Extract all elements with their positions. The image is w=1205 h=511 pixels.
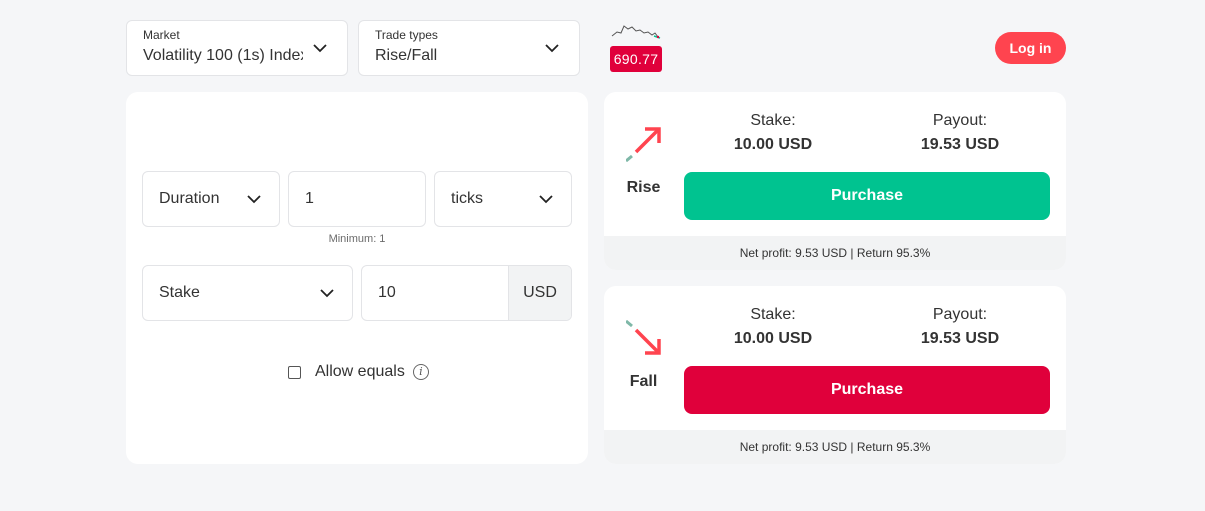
fall-stake-value: 10.00 USD (733, 330, 813, 347)
allow-equals-toggle[interactable]: Allow equals i (288, 362, 429, 382)
current-price-badge: 690.77 (610, 46, 662, 72)
rise-net-profit: Net profit: 9.53 USD | Return 95.3% (604, 236, 1066, 270)
allow-equals-checkbox[interactable] (288, 365, 301, 379)
rise-label: Rise (626, 179, 661, 196)
stake-currency: USD (508, 266, 571, 320)
rise-stake-value: 10.00 USD (733, 136, 813, 153)
fall-purchase-button[interactable]: Purchase (684, 366, 1050, 414)
stake-input[interactable]: 10 USD (361, 265, 572, 321)
fall-net-profit: Net profit: 9.53 USD | Return 95.3% (604, 430, 1066, 464)
duration-type-value: Duration (159, 190, 220, 207)
chevron-down-icon (247, 192, 261, 206)
login-button[interactable]: Log in (995, 32, 1066, 64)
chevron-down-icon (313, 41, 327, 55)
duration-minimum-hint: Minimum: 1 (328, 233, 386, 245)
stake-type-value: Stake (159, 284, 200, 301)
fall-arrow-icon (625, 319, 662, 356)
trade-type-selector[interactable]: Trade types Rise/Fall (358, 20, 580, 76)
trade-type-value: Rise/Fall (375, 47, 438, 64)
trade-type-label: Trade types (375, 28, 438, 42)
duration-unit-select[interactable]: ticks (434, 171, 572, 227)
allow-equals-label: Allow equals (315, 363, 405, 380)
fall-payout-value: 19.53 USD (920, 330, 1000, 347)
rise-contract-card: Rise Stake: 10.00 USD Payout: 19.53 USD … (604, 92, 1066, 270)
fall-stake-title: Stake: (750, 306, 796, 323)
rise-arrow-icon (625, 126, 662, 163)
price-sparkline-icon (610, 20, 662, 42)
market-value: Volatility 100 (1s) Index (143, 47, 303, 64)
duration-type-select[interactable]: Duration (142, 171, 280, 227)
duration-input-value: 1 (305, 190, 314, 207)
chevron-down-icon (320, 286, 334, 300)
duration-unit-value: ticks (451, 190, 483, 207)
fall-label: Fall (629, 373, 658, 390)
chevron-down-icon (545, 41, 559, 55)
market-label: Market (143, 28, 180, 42)
trade-params-panel: Duration 1 ticks Minimum: 1 Stake 10 USD… (126, 92, 588, 464)
rise-payout-value: 19.53 USD (920, 136, 1000, 153)
stake-input-value: 10 (378, 284, 396, 301)
rise-purchase-button[interactable]: Purchase (684, 172, 1050, 220)
rise-stake-title: Stake: (750, 112, 796, 129)
duration-input[interactable]: 1 (288, 171, 426, 227)
info-icon[interactable]: i (412, 364, 429, 380)
rise-payout-title: Payout: (932, 112, 988, 129)
fall-contract-card: Fall Stake: 10.00 USD Payout: 19.53 USD … (604, 286, 1066, 464)
chevron-down-icon (539, 192, 553, 206)
stake-type-select[interactable]: Stake (142, 265, 353, 321)
market-selector[interactable]: Market Volatility 100 (1s) Index (126, 20, 348, 76)
fall-payout-title: Payout: (932, 306, 988, 323)
